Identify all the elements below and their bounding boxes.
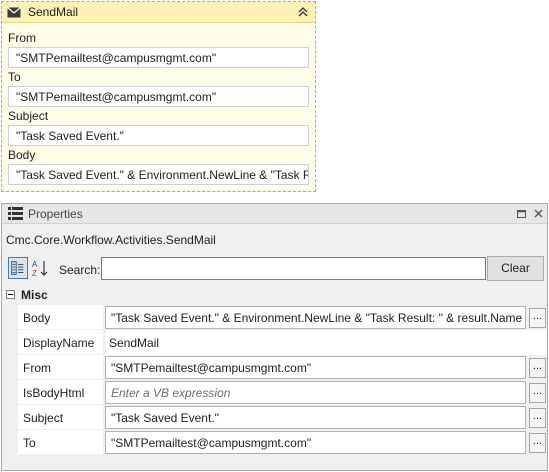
from-label: From [8, 31, 36, 45]
to-value-input[interactable]: "SMTPemailtest@campusmgmt.com" [105, 431, 526, 454]
subject-field[interactable]: "Task Saved Event." [8, 125, 309, 146]
property-name: To [18, 430, 103, 455]
search-input[interactable] [101, 257, 486, 280]
property-name: IsBodyHtml [18, 380, 103, 405]
property-grid: Misc Body "Task Saved Event." & Environm… [2, 284, 547, 470]
properties-toolbar: A Z Search: Clear [2, 254, 547, 284]
category-misc[interactable]: Misc [2, 285, 547, 305]
from-ellipsis-button[interactable]: ... [529, 358, 546, 378]
category-name: Misc [21, 288, 48, 302]
isbodyhtml-ellipsis-button[interactable]: ... [529, 383, 546, 403]
properties-title: Properties [28, 207, 83, 221]
properties-titlebar: Properties [2, 204, 547, 224]
activity-title: SendMail [28, 5, 79, 19]
sendmail-activity[interactable]: SendMail From "SMTPemailtest@campusmgmt.… [1, 1, 316, 192]
properties-icon [8, 207, 23, 220]
activity-header[interactable]: SendMail [2, 2, 315, 23]
close-icon[interactable] [533, 208, 544, 219]
double-chevron-up-icon[interactable] [297, 5, 309, 19]
from-value-input[interactable]: "SMTPemailtest@campusmgmt.com" [105, 356, 526, 379]
svg-text:A: A [32, 260, 38, 269]
body-field[interactable]: "Task Saved Event." & Environment.NewLin… [8, 164, 309, 185]
property-row-from: From "SMTPemailtest@campusmgmt.com" ... [18, 355, 547, 380]
property-row-to: To "SMTPemailtest@campusmgmt.com" ... [18, 430, 547, 455]
property-row-isbodyhtml: IsBodyHtml Enter a VB expression ... [18, 380, 547, 405]
properties-panel: Properties Cmc.Core.Workflow.Activities.… [1, 203, 548, 471]
subject-value-input[interactable]: "Task Saved Event." [105, 406, 526, 429]
property-row-displayname: DisplayName SendMail [18, 330, 547, 355]
envelope-icon [7, 7, 21, 18]
displayname-value[interactable]: SendMail [106, 330, 547, 355]
from-field[interactable]: "SMTPemailtest@campusmgmt.com" [8, 47, 309, 68]
alphabetical-sort-icon[interactable]: A Z [30, 257, 50, 279]
property-row-body: Body "Task Saved Event." & Environment.N… [18, 305, 547, 330]
collapse-toggle-icon[interactable] [6, 290, 15, 299]
property-name: From [18, 355, 103, 380]
property-row-subject: Subject "Task Saved Event." ... [18, 405, 547, 430]
body-value-input[interactable]: "Task Saved Event." & Environment.NewLin… [105, 306, 526, 329]
subject-label: Subject [8, 109, 49, 123]
body-label: Body [8, 148, 36, 162]
property-name: Subject [18, 405, 103, 430]
to-field[interactable]: "SMTPemailtest@campusmgmt.com" [8, 86, 309, 107]
selected-type-name: Cmc.Core.Workflow.Activities.SendMail [6, 233, 216, 247]
search-label: Search: [59, 263, 101, 277]
subject-ellipsis-button[interactable]: ... [529, 408, 546, 428]
categorized-view-icon[interactable] [8, 257, 28, 279]
property-name: DisplayName [18, 330, 103, 355]
svg-text:Z: Z [32, 269, 37, 278]
to-ellipsis-button[interactable]: ... [529, 433, 546, 453]
to-label: To [8, 70, 21, 84]
isbodyhtml-value-input[interactable]: Enter a VB expression [105, 381, 526, 404]
clear-button[interactable]: Clear [487, 256, 544, 281]
restore-icon[interactable] [516, 208, 527, 219]
property-name: Body [18, 305, 103, 330]
body-ellipsis-button[interactable]: ... [529, 308, 546, 328]
